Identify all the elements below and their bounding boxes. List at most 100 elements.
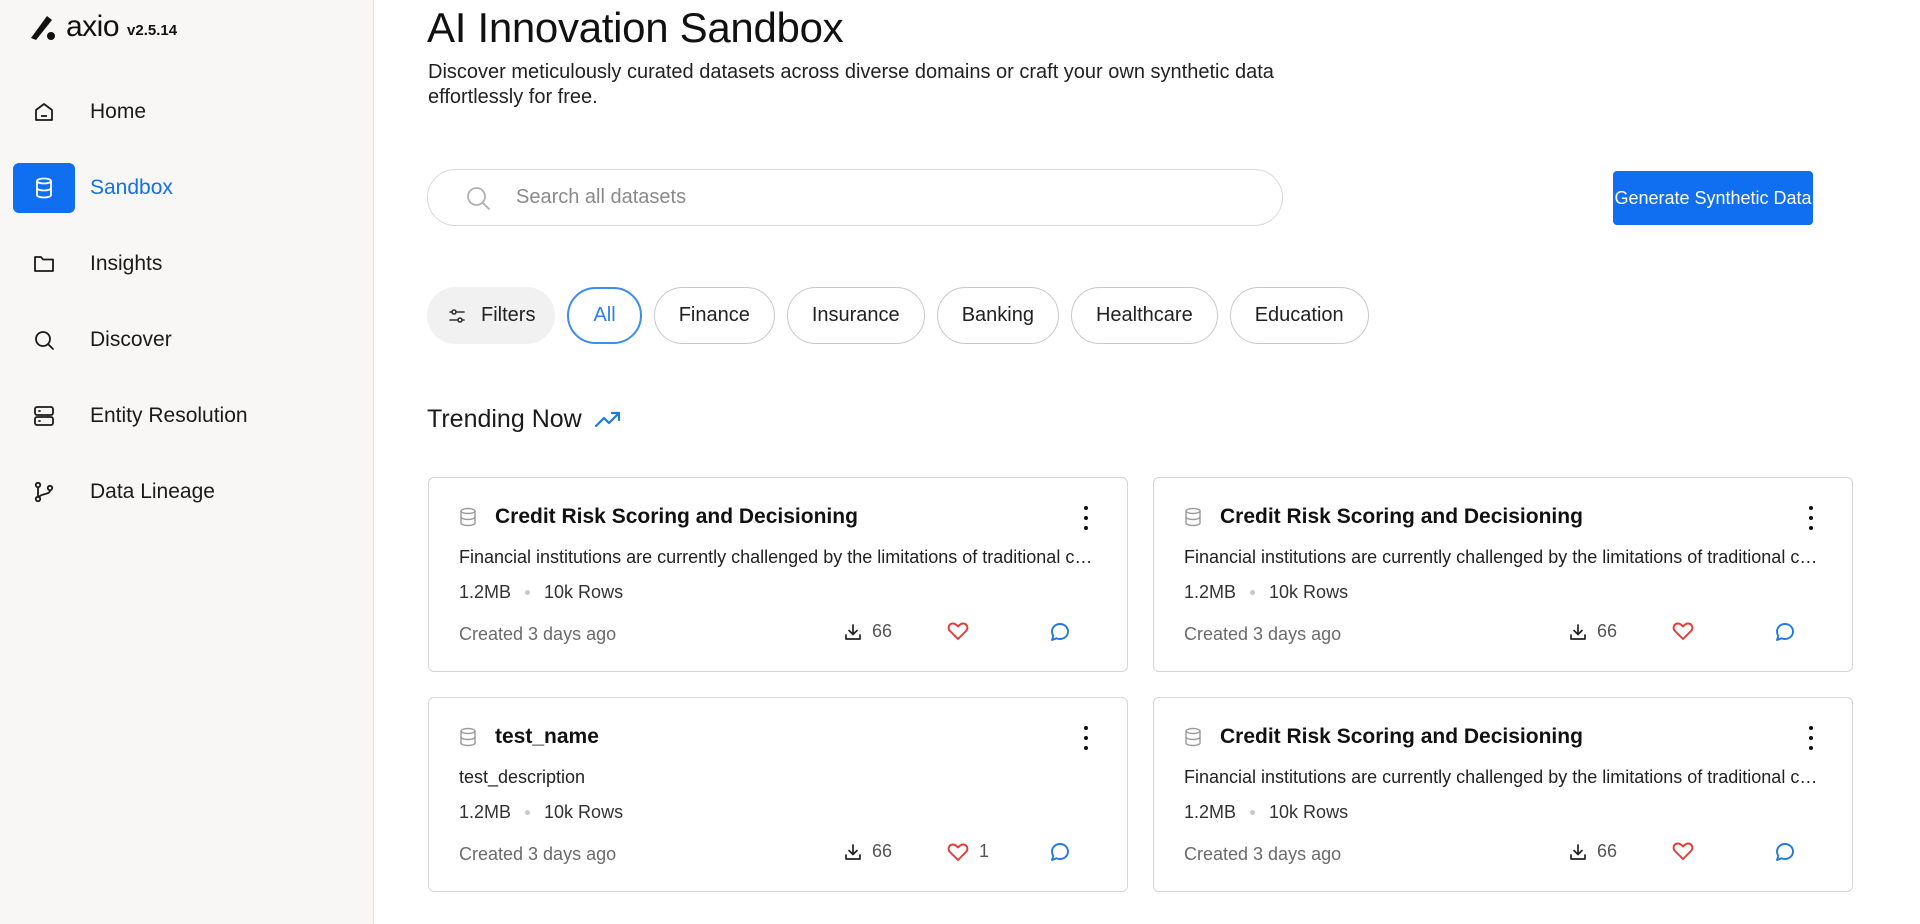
search-input[interactable] xyxy=(516,186,1216,209)
trending-up-icon xyxy=(594,411,620,427)
sliders-icon xyxy=(449,308,465,323)
card-size: 1.2MB xyxy=(459,802,512,822)
comment-button[interactable] xyxy=(1774,621,1796,643)
filters-button[interactable]: Filters xyxy=(427,287,556,344)
heart-icon xyxy=(947,622,969,640)
comment-icon xyxy=(1051,623,1069,641)
card-meta: 1.2MB 10k Rows xyxy=(1184,802,1348,823)
database-icon xyxy=(13,163,75,213)
sidebar-item-label: Insights xyxy=(90,252,163,275)
card-title[interactable]: Credit Risk Scoring and Decisioning xyxy=(495,505,858,529)
main-content: AI Innovation Sandbox Discover meticulou… xyxy=(374,0,1920,924)
sidebar-item-discover[interactable]: Discover xyxy=(13,315,361,365)
card-meta: 1.2MB 10k Rows xyxy=(1184,582,1348,603)
sidebar-item-home[interactable]: Home xyxy=(13,87,361,137)
like-button[interactable]: 1 xyxy=(947,841,989,862)
download-count: 66 xyxy=(1597,621,1618,641)
download-icon xyxy=(845,843,861,860)
sidebar-nav: Home Sandbox Insights Discover Entity Re… xyxy=(13,87,361,543)
card-created: Created 3 days ago xyxy=(1184,844,1342,864)
sidebar-item-insights[interactable]: Insights xyxy=(13,239,361,289)
card-rows: 10k Rows xyxy=(1269,802,1349,822)
sidebar-item-sandbox[interactable]: Sandbox xyxy=(13,163,361,213)
card-created: Created 3 days ago xyxy=(459,844,617,864)
database-icon xyxy=(1185,727,1201,747)
axio-logo-icon xyxy=(31,16,55,40)
database-icon xyxy=(460,507,476,527)
sidebar-item-label: Home xyxy=(90,100,147,123)
download-stat[interactable]: 66 xyxy=(1569,621,1617,642)
card-title[interactable]: Credit Risk Scoring and Decisioning xyxy=(1220,725,1583,749)
download-stat[interactable]: 66 xyxy=(844,841,892,862)
card-created: Created 3 days ago xyxy=(1184,624,1342,644)
sidebar: axio v2.5.14 Home Sandbox Insights Disco… xyxy=(0,0,374,924)
filter-bar: Filters All Finance Insurance Banking He… xyxy=(427,287,1369,344)
card-header: Credit Risk Scoring and Decisioning xyxy=(1184,505,1583,529)
chip-insurance[interactable]: Insurance xyxy=(786,287,925,344)
card-created: Created 3 days ago xyxy=(459,624,617,644)
download-count: 66 xyxy=(872,841,893,861)
card-header: Credit Risk Scoring and Decisioning xyxy=(459,505,858,529)
download-icon xyxy=(1570,843,1586,860)
search-icon xyxy=(13,315,75,365)
card-size: 1.2MB xyxy=(1184,802,1237,822)
comment-icon xyxy=(1776,843,1794,861)
page-subtitle: Discover meticulously curated datasets a… xyxy=(428,61,1274,108)
card-title[interactable]: Credit Risk Scoring and Decisioning xyxy=(1220,505,1583,529)
trending-header: Trending Now xyxy=(427,405,622,434)
dataset-card[interactable]: Credit Risk Scoring and Decisioning Fina… xyxy=(428,477,1128,672)
sidebar-item-label: Sandbox xyxy=(90,176,173,199)
sidebar-item-entity-resolution[interactable]: Entity Resolution xyxy=(13,391,361,441)
comment-button[interactable] xyxy=(1774,841,1796,863)
folder-icon xyxy=(13,239,75,289)
comment-icon xyxy=(1051,843,1069,861)
card-rows: 10k Rows xyxy=(544,582,624,602)
brand[interactable]: axio v2.5.14 xyxy=(28,12,177,42)
more-vertical-icon[interactable] xyxy=(1806,726,1816,750)
chip-banking[interactable]: Banking xyxy=(936,287,1059,344)
filters-label: Filters xyxy=(481,304,536,326)
more-vertical-icon[interactable] xyxy=(1806,506,1816,530)
separator-dot xyxy=(525,810,531,815)
chip-all[interactable]: All xyxy=(567,287,642,344)
database-icon xyxy=(1185,507,1201,527)
more-vertical-icon[interactable] xyxy=(1081,726,1091,750)
chip-education[interactable]: Education xyxy=(1229,287,1369,344)
like-button[interactable] xyxy=(1672,621,1704,641)
comment-icon xyxy=(1776,623,1794,641)
download-icon xyxy=(845,623,861,640)
card-header: test_name xyxy=(459,725,599,749)
separator-dot xyxy=(525,590,531,595)
comment-button[interactable] xyxy=(1049,841,1071,863)
sidebar-item-label: Discover xyxy=(90,328,172,351)
chip-finance[interactable]: Finance xyxy=(653,287,775,344)
card-size: 1.2MB xyxy=(459,582,512,602)
git-branch-icon xyxy=(13,467,75,517)
database-icon xyxy=(460,727,476,747)
search-bar[interactable] xyxy=(427,169,1283,226)
heart-icon xyxy=(1672,622,1694,640)
download-stat[interactable]: 66 xyxy=(1569,841,1617,862)
card-meta: 1.2MB 10k Rows xyxy=(459,582,623,603)
download-icon xyxy=(1570,623,1586,640)
generate-synthetic-data-button[interactable]: Generate Synthetic Data xyxy=(1613,171,1813,225)
download-count: 66 xyxy=(1597,841,1618,861)
dataset-card[interactable]: Credit Risk Scoring and Decisioning Fina… xyxy=(1153,697,1853,892)
card-description: Financial institutions are currently cha… xyxy=(1184,547,1820,567)
trending-title: Trending Now xyxy=(427,405,582,433)
like-button[interactable] xyxy=(947,621,979,641)
card-meta: 1.2MB 10k Rows xyxy=(459,802,623,823)
like-button[interactable] xyxy=(1672,841,1704,861)
dataset-card[interactable]: test_name test_description 1.2MB 10k Row… xyxy=(428,697,1128,892)
dataset-card[interactable]: Credit Risk Scoring and Decisioning Fina… xyxy=(1153,477,1853,672)
server-icon xyxy=(13,391,75,441)
chip-healthcare[interactable]: Healthcare xyxy=(1070,287,1218,344)
card-description: Financial institutions are currently cha… xyxy=(1184,767,1820,787)
sidebar-item-label: Data Lineage xyxy=(90,480,215,503)
card-description: Financial institutions are currently cha… xyxy=(459,547,1095,567)
card-title[interactable]: test_name xyxy=(495,725,599,749)
comment-button[interactable] xyxy=(1049,621,1071,643)
download-stat[interactable]: 66 xyxy=(844,621,892,642)
sidebar-item-data-lineage[interactable]: Data Lineage xyxy=(13,467,361,517)
more-vertical-icon[interactable] xyxy=(1081,506,1091,530)
